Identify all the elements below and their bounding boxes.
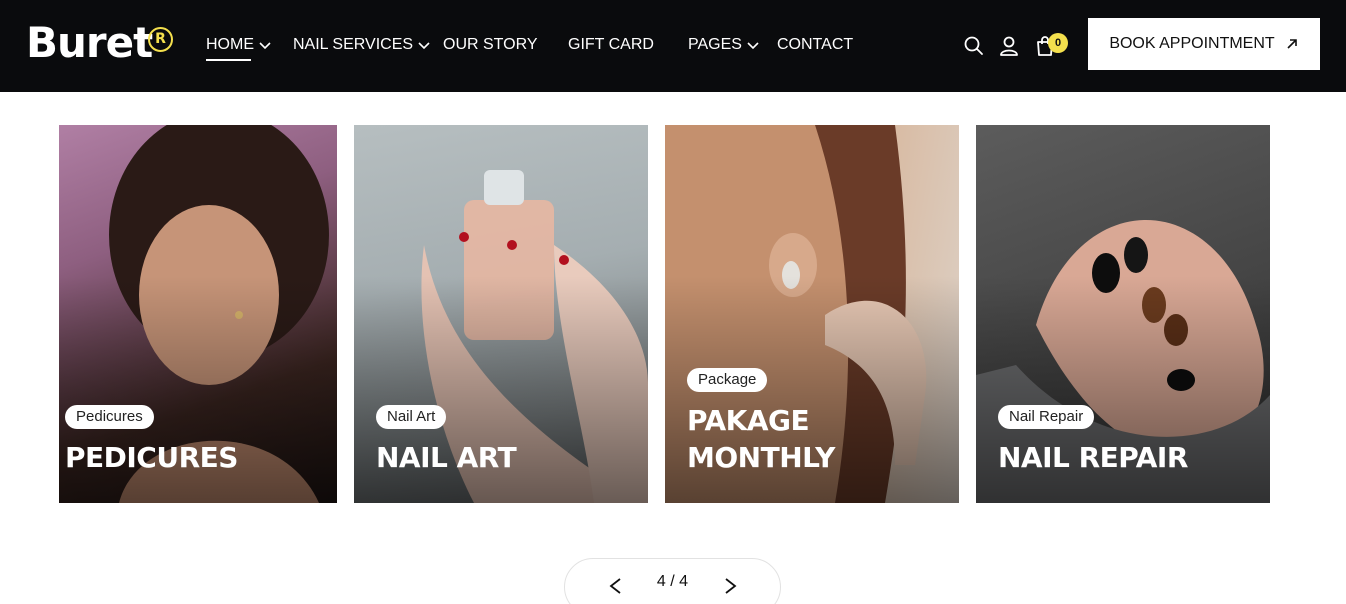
cart-count-badge: 0 [1048, 33, 1068, 53]
nav-pages[interactable]: PAGES [688, 33, 760, 57]
card-title: PEDICURES [65, 441, 238, 474]
pagination-count: 4 / 4 [656, 573, 689, 590]
search-icon[interactable] [962, 34, 986, 58]
nav-gift-card-label: GIFT CARD [568, 36, 654, 53]
card-title: NAIL REPAIR [998, 441, 1188, 474]
card-tag: Nail Repair [998, 405, 1095, 429]
chevron-down-icon [418, 42, 430, 50]
service-card-package[interactable]: Package PAKAGE MONTHLY [665, 125, 959, 503]
chevron-down-icon [747, 42, 759, 50]
brand-logo[interactable]: Buret [26, 18, 153, 68]
nav-contact-label: CONTACT [777, 36, 854, 53]
nav-contact[interactable]: CONTACT [777, 33, 853, 57]
service-card-nail-repair[interactable]: Nail Repair NAIL REPAIR [976, 125, 1270, 503]
service-card-nail-art[interactable]: Nail Art NAIL ART [354, 125, 648, 503]
user-icon[interactable] [997, 34, 1021, 58]
nav-home-label: HOME [206, 36, 254, 53]
nav-nail-services-label: NAIL SERVICES [293, 36, 414, 53]
card-title: NAIL ART [376, 441, 517, 474]
nav-our-story[interactable]: OUR STORY [443, 33, 538, 57]
book-appointment-label: BOOK APPOINTMENT [1109, 35, 1275, 52]
nav-nail-services[interactable]: NAIL SERVICES [293, 33, 431, 57]
registered-mark: R [148, 27, 173, 52]
arrow-up-right-icon [1287, 39, 1297, 49]
nav-pages-label: PAGES [688, 36, 742, 53]
nav-gift-card[interactable]: GIFT CARD [568, 33, 654, 57]
card-title-line1: PAKAGE [687, 404, 810, 437]
book-appointment-button[interactable]: BOOK APPOINTMENT [1088, 18, 1320, 70]
nav-our-story-label: OUR STORY [443, 36, 538, 53]
service-card-pedicures[interactable]: Pedicures PEDICURES [59, 125, 337, 503]
card-title-line2: MONTHLY [687, 441, 835, 474]
site-header: Buret R HOME NAIL SERVICES OUR STORY GIF… [0, 0, 1346, 92]
card-tag: Nail Art [376, 405, 447, 429]
chevron-down-icon [259, 42, 271, 50]
carousel-pagination: 4 / 4 [564, 558, 781, 604]
card-tag: Package [687, 368, 768, 392]
card-tag: Pedicures [65, 405, 154, 429]
nav-home[interactable]: HOME [206, 33, 272, 61]
nav-active-underline [206, 59, 251, 61]
chevron-right-icon[interactable] [719, 575, 741, 597]
